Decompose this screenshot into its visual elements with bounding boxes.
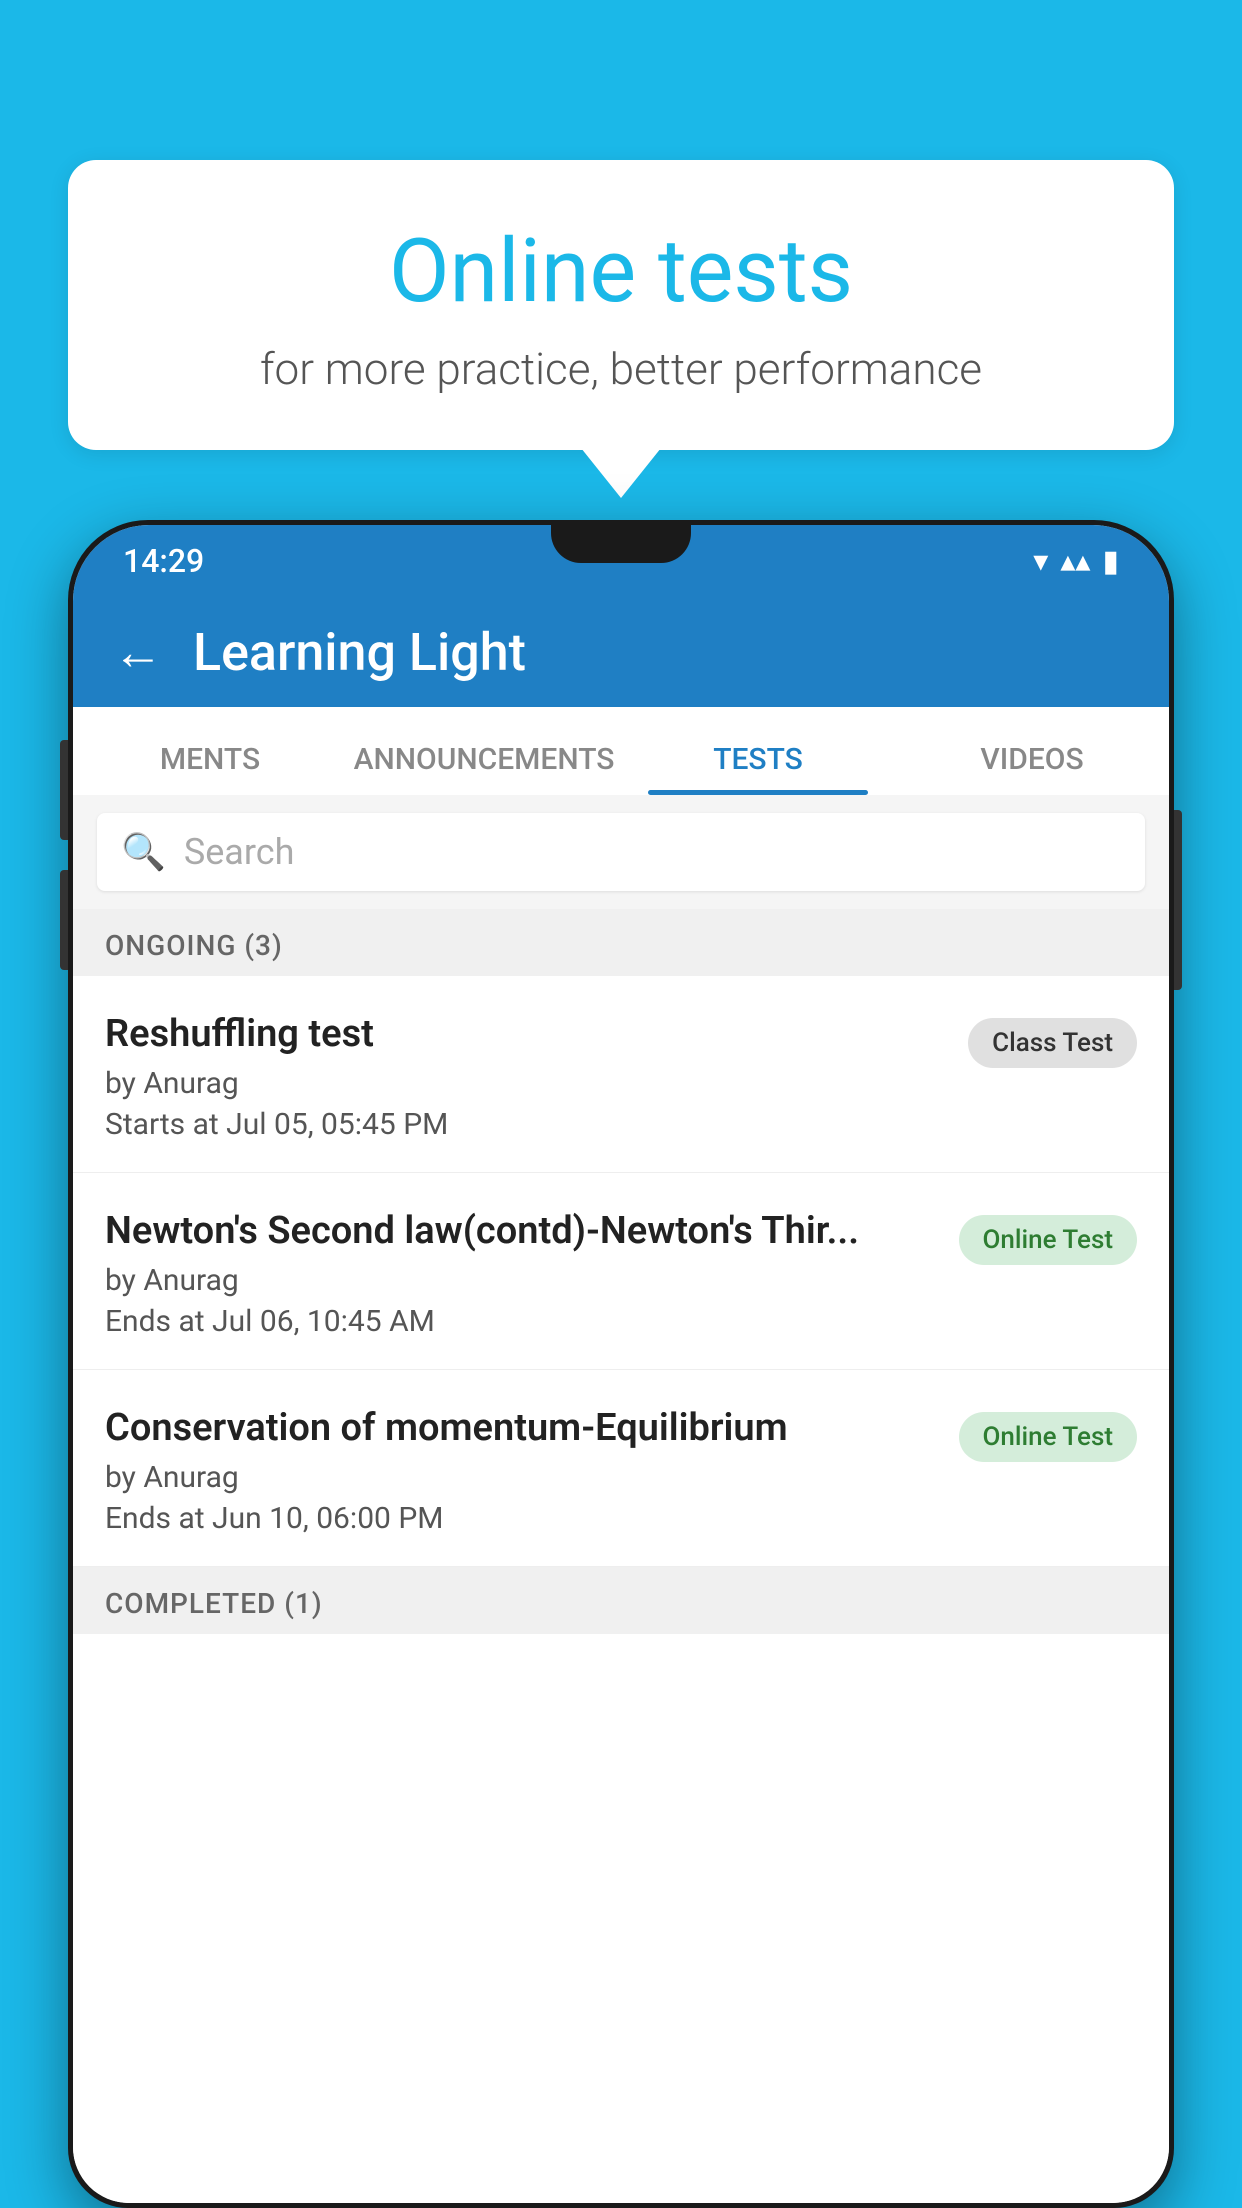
completed-section-header: COMPLETED (1) <box>73 1567 1169 1634</box>
ongoing-label: ONGOING (3) <box>105 929 283 962</box>
test-info: Reshuffling test by Anurag Starts at Jul… <box>105 1012 968 1142</box>
test-item[interactable]: Reshuffling test by Anurag Starts at Jul… <box>73 976 1169 1173</box>
volume-down-button <box>60 870 68 970</box>
search-container: 🔍 Search <box>73 795 1169 909</box>
test-name: Newton's Second law(contd)-Newton's Thir… <box>105 1209 939 1253</box>
test-badge: Online Test <box>959 1215 1138 1265</box>
tab-announcements[interactable]: ANNOUNCEMENTS <box>347 742 621 795</box>
test-info: Newton's Second law(contd)-Newton's Thir… <box>105 1209 959 1339</box>
test-list: Reshuffling test by Anurag Starts at Jul… <box>73 976 1169 2203</box>
signal-icon: ▴▴ <box>1060 544 1090 579</box>
test-by: by Anurag <box>105 1460 939 1495</box>
test-item[interactable]: Conservation of momentum-Equilibrium by … <box>73 1370 1169 1567</box>
test-name: Reshuffling test <box>105 1012 948 1056</box>
power-button <box>1174 810 1182 990</box>
app-title: Learning Light <box>193 622 526 683</box>
ongoing-section-header: ONGOING (3) <box>73 909 1169 976</box>
test-name: Conservation of momentum-Equilibrium <box>105 1406 939 1450</box>
test-badge: Class Test <box>968 1018 1137 1068</box>
search-icon: 🔍 <box>121 831 166 873</box>
phone-frame: 14:29 ▾ ▴▴ ▮ ← Learning Light MENTS ANNO… <box>68 520 1174 2208</box>
tab-tests[interactable]: TESTS <box>621 742 895 795</box>
test-date: Starts at Jul 05, 05:45 PM <box>105 1107 948 1142</box>
tabs-bar: MENTS ANNOUNCEMENTS TESTS VIDEOS <box>73 707 1169 795</box>
tab-ments[interactable]: MENTS <box>73 742 347 795</box>
tab-videos[interactable]: VIDEOS <box>895 742 1169 795</box>
app-bar: ← Learning Light <box>73 597 1169 707</box>
promo-bubble: Online tests for more practice, better p… <box>68 160 1174 450</box>
status-icons: ▾ ▴▴ ▮ <box>1033 544 1119 579</box>
test-badge: Online Test <box>959 1412 1138 1462</box>
status-time: 14:29 <box>123 542 204 580</box>
test-by: by Anurag <box>105 1066 948 1101</box>
bubble-subtitle: for more practice, better performance <box>118 343 1124 395</box>
search-box[interactable]: 🔍 Search <box>97 813 1145 891</box>
wifi-icon: ▾ <box>1033 544 1048 579</box>
volume-up-button <box>60 740 68 840</box>
test-by: by Anurag <box>105 1263 939 1298</box>
test-item[interactable]: Newton's Second law(contd)-Newton's Thir… <box>73 1173 1169 1370</box>
test-info: Conservation of momentum-Equilibrium by … <box>105 1406 959 1536</box>
phone-screen: 14:29 ▾ ▴▴ ▮ ← Learning Light MENTS ANNO… <box>73 525 1169 2203</box>
battery-icon: ▮ <box>1102 544 1119 579</box>
test-date: Ends at Jul 06, 10:45 AM <box>105 1304 939 1339</box>
phone-notch <box>551 525 691 563</box>
search-input[interactable]: Search <box>184 831 295 873</box>
completed-label: COMPLETED (1) <box>105 1587 323 1620</box>
bubble-title: Online tests <box>118 220 1124 323</box>
back-button[interactable]: ← <box>113 623 163 682</box>
test-date: Ends at Jun 10, 06:00 PM <box>105 1501 939 1536</box>
